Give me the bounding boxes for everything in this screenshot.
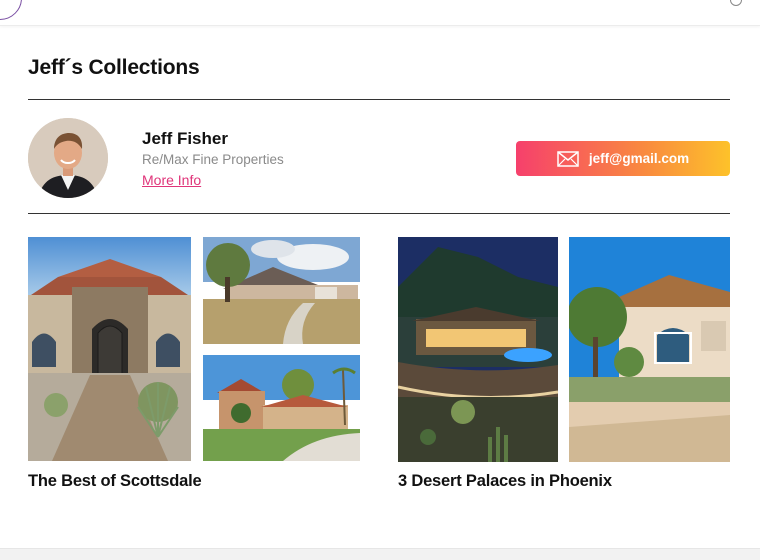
- email-agent-button[interactable]: jeff@gmail.com: [516, 141, 730, 176]
- divider: [28, 99, 730, 100]
- collection-title-desert-palaces[interactable]: 3 Desert Palaces in Phoenix: [398, 472, 612, 491]
- menu-icon[interactable]: [730, 0, 742, 6]
- divider: [28, 213, 730, 214]
- collection-title-best-of-scottsdale[interactable]: The Best of Scottsdale: [28, 472, 202, 491]
- page-title: Jeff´s Collections: [28, 56, 200, 79]
- more-info-link[interactable]: More Info: [142, 172, 201, 188]
- page-bottom-edge: [0, 548, 760, 560]
- envelope-icon: [557, 150, 579, 167]
- logo-icon[interactable]: [0, 0, 22, 20]
- agent-portrait-image: [28, 118, 108, 198]
- agent-company: Re/Max Fine Properties: [142, 152, 284, 167]
- suburban-ranch-home-photo[interactable]: [203, 237, 360, 344]
- top-navigation-bar: [0, 0, 760, 26]
- stucco-villa-photo[interactable]: [569, 237, 730, 462]
- agent-name: Jeff Fisher: [142, 129, 228, 148]
- night-hillside-estate-photo[interactable]: [398, 237, 558, 462]
- stone-entry-home-photo[interactable]: [28, 237, 191, 461]
- tile-roof-home-photo[interactable]: [203, 355, 360, 461]
- agent-avatar: [28, 118, 108, 198]
- email-address: jeff@gmail.com: [588, 151, 690, 166]
